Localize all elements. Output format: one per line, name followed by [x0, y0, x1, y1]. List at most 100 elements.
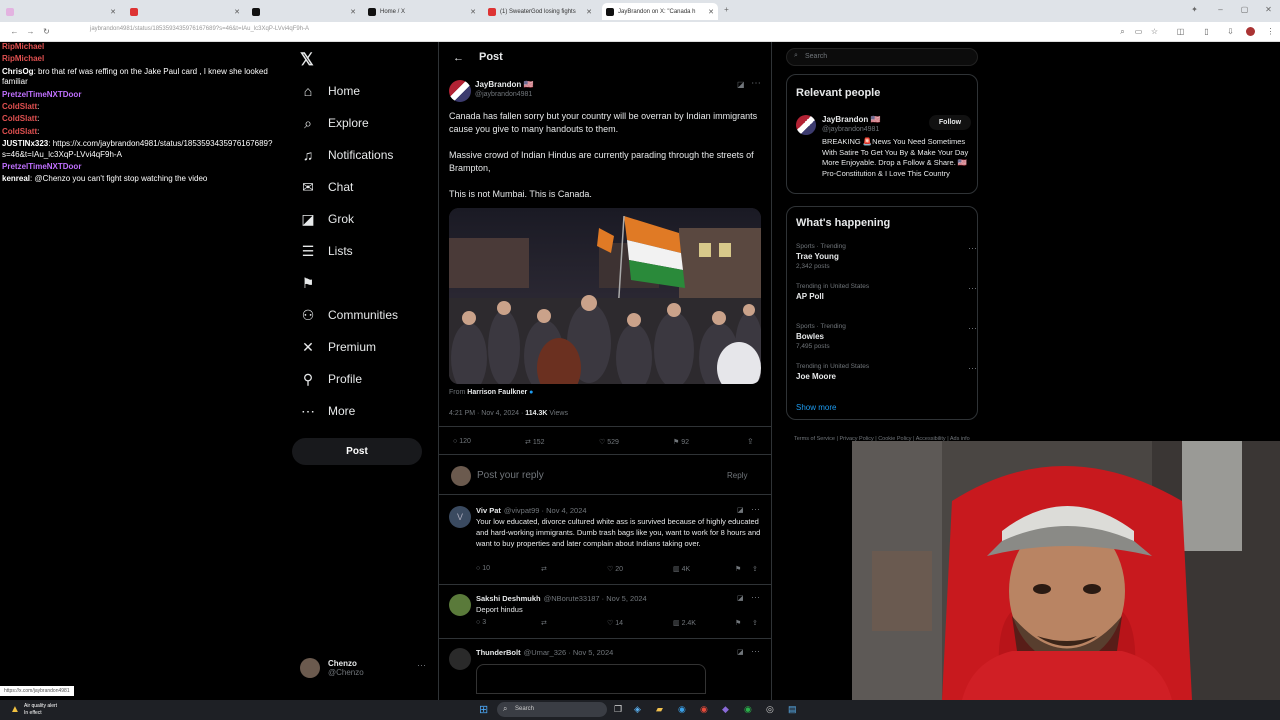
- trend-item[interactable]: Sports · Trending Bowles 7,495 posts ⋯: [796, 323, 977, 350]
- file-explorer-icon[interactable]: ▰: [656, 704, 663, 715]
- views-action[interactable]: ▥ 2.4K: [673, 619, 696, 627]
- repost-action[interactable]: ⇄: [541, 565, 547, 573]
- relevant-handle[interactable]: @jaybrandon4981: [822, 126, 879, 133]
- browser-tab[interactable]: (1) SweaterGod losing fights ✕: [484, 3, 596, 20]
- browser-avatar[interactable]: [1246, 27, 1255, 36]
- window-close-icon[interactable]: ✕: [1264, 5, 1273, 14]
- sidebar-item-notifications[interactable]: ♫ Notifications: [300, 144, 394, 166]
- heart-action[interactable]: ♡ 14: [607, 619, 623, 627]
- repost-action[interactable]: ⇄: [541, 619, 547, 627]
- more-options-icon[interactable]: ⋯: [751, 504, 760, 515]
- chrome-icon[interactable]: ◉: [700, 704, 708, 715]
- maximize-icon[interactable]: ▢: [1240, 5, 1249, 14]
- sidebar-item-chat[interactable]: ✉ Chat: [300, 176, 353, 198]
- more-options-icon[interactable]: ⋯: [968, 283, 977, 294]
- follow-button[interactable]: Follow: [929, 115, 971, 130]
- reply-author-handle[interactable]: @vivpat99 · Nov 4, 2024: [504, 506, 587, 515]
- reply-author-name[interactable]: Viv Pat: [476, 506, 501, 515]
- share-action[interactable]: ⇪: [752, 565, 758, 573]
- avatar[interactable]: [449, 648, 471, 670]
- like-action[interactable]: ♡ 529: [599, 438, 619, 446]
- weather-icon[interactable]: ▲: [10, 704, 20, 715]
- more-options-icon[interactable]: ⋯: [751, 592, 760, 603]
- star-icon[interactable]: ☆: [1150, 27, 1159, 36]
- widgets-icon[interactable]: ◈: [634, 704, 641, 715]
- extensions-icon[interactable]: ◫: [1176, 27, 1185, 36]
- media-source-name[interactable]: Harrison Faulkner: [467, 389, 527, 396]
- grok-icon[interactable]: ◪: [737, 594, 744, 602]
- sidebar-item-grok[interactable]: ◪ Grok: [300, 208, 354, 230]
- trend-item[interactable]: Trending in United States Joe Moore ⋯: [796, 363, 977, 383]
- sidebar-item-bookmarks[interactable]: ⚑: [300, 272, 328, 294]
- zoom-icon[interactable]: ⌕: [1118, 27, 1127, 36]
- app-icon[interactable]: ▤: [788, 704, 797, 715]
- edge-icon[interactable]: ◉: [678, 704, 686, 715]
- reload-icon[interactable]: ↻: [42, 27, 51, 36]
- reply-author-name[interactable]: ThunderBolt: [476, 648, 521, 657]
- close-icon[interactable]: ✕: [234, 8, 240, 16]
- show-more-link[interactable]: Show more: [796, 403, 836, 412]
- back-icon[interactable]: ←: [10, 27, 19, 36]
- sidebar-item-profile[interactable]: ⚲ Profile: [300, 368, 362, 390]
- tweet-author-name[interactable]: JayBrandon 🇺🇸: [475, 80, 533, 89]
- avatar[interactable]: [449, 594, 471, 616]
- sidebar-item-premium[interactable]: ✕ Premium: [300, 336, 376, 358]
- more-icon[interactable]: ⋯: [417, 660, 426, 671]
- reply-author-handle[interactable]: @Umar_326 · Nov 5, 2024: [524, 648, 614, 657]
- new-tab-icon[interactable]: +: [722, 5, 731, 14]
- tweet-time[interactable]: 4:21 PM · Nov 4, 2024 ·: [449, 410, 523, 417]
- reply-button[interactable]: Reply: [727, 471, 747, 480]
- reply-input[interactable]: Post your reply: [477, 470, 544, 481]
- browser-tab[interactable]: Home / X ✕: [364, 3, 480, 20]
- sidebar-item-communities[interactable]: ⚇ Communities: [300, 304, 398, 326]
- sidebar-item-more[interactable]: ⋯ More: [300, 400, 355, 422]
- chat-username[interactable]: RipMichael: [2, 42, 44, 51]
- repost-action[interactable]: ⇄ 152: [525, 438, 545, 446]
- sidebar-item-explore[interactable]: ⌕ Explore: [300, 112, 369, 134]
- more-options-icon[interactable]: ⋯: [968, 323, 977, 334]
- search-field[interactable]: ⌕ Search: [786, 48, 978, 66]
- share-icon[interactable]: ⇪: [747, 437, 754, 446]
- relevant-name[interactable]: JayBrandon 🇺🇸: [822, 115, 880, 124]
- back-arrow-icon[interactable]: ←: [453, 52, 464, 64]
- tweet-video-media[interactable]: [449, 208, 761, 384]
- more-options-icon[interactable]: ⋯: [968, 363, 977, 374]
- minimize-icon[interactable]: –: [1216, 5, 1225, 14]
- views-action[interactable]: ▥ 4K: [673, 565, 690, 573]
- avatar[interactable]: V: [449, 506, 471, 528]
- browser-tab[interactable]: ✕: [126, 3, 244, 20]
- grok-icon[interactable]: ◪: [737, 648, 744, 656]
- more-options-icon[interactable]: ⋯: [751, 646, 760, 657]
- url-field[interactable]: jaybrandon4981/status/185359343597616768…: [90, 26, 309, 32]
- avatar[interactable]: [449, 80, 471, 102]
- forward-icon[interactable]: →: [26, 27, 35, 36]
- reply-action[interactable]: ○ 3: [476, 619, 486, 626]
- chat-username[interactable]: JUSTINx323: [2, 139, 48, 148]
- cast-icon[interactable]: ▭: [1134, 27, 1143, 36]
- chat-username[interactable]: ColdSlatt: [2, 127, 37, 136]
- avatar[interactable]: [796, 115, 816, 135]
- bookmark-action[interactable]: ⚑ 92: [673, 438, 689, 446]
- app-icon[interactable]: ◆: [722, 704, 729, 715]
- x-logo-icon[interactable]: 𝕏: [300, 50, 314, 70]
- close-icon[interactable]: ✕: [708, 8, 714, 16]
- close-icon[interactable]: ✕: [350, 8, 356, 16]
- sidebar-icon[interactable]: ▯: [1202, 27, 1211, 36]
- post-button[interactable]: Post: [292, 438, 422, 465]
- close-icon[interactable]: ✕: [110, 8, 116, 16]
- more-options-icon[interactable]: ⋯: [751, 78, 761, 89]
- chat-username[interactable]: PretzelTimeNXTDoor: [2, 90, 81, 99]
- bookmark-action[interactable]: ⚑: [735, 565, 741, 573]
- chat-username[interactable]: kenreal: [2, 174, 30, 183]
- app-icon[interactable]: ◎: [766, 704, 774, 715]
- chat-username[interactable]: ColdSlatt: [2, 114, 37, 123]
- taskbar-search[interactable]: ⌕ Search: [497, 702, 607, 717]
- reply-media[interactable]: [476, 664, 706, 694]
- reply-action[interactable]: ○ 120: [453, 438, 471, 445]
- more-options-icon[interactable]: ⋯: [968, 243, 977, 254]
- start-icon[interactable]: ⊞: [479, 703, 488, 716]
- app-icon[interactable]: ◉: [744, 704, 752, 715]
- heart-action[interactable]: ♡ 20: [607, 565, 623, 573]
- sidebar-item-home[interactable]: ⌂ Home: [300, 80, 360, 102]
- trend-item[interactable]: Trending in United States AP Poll ⋯: [796, 283, 977, 303]
